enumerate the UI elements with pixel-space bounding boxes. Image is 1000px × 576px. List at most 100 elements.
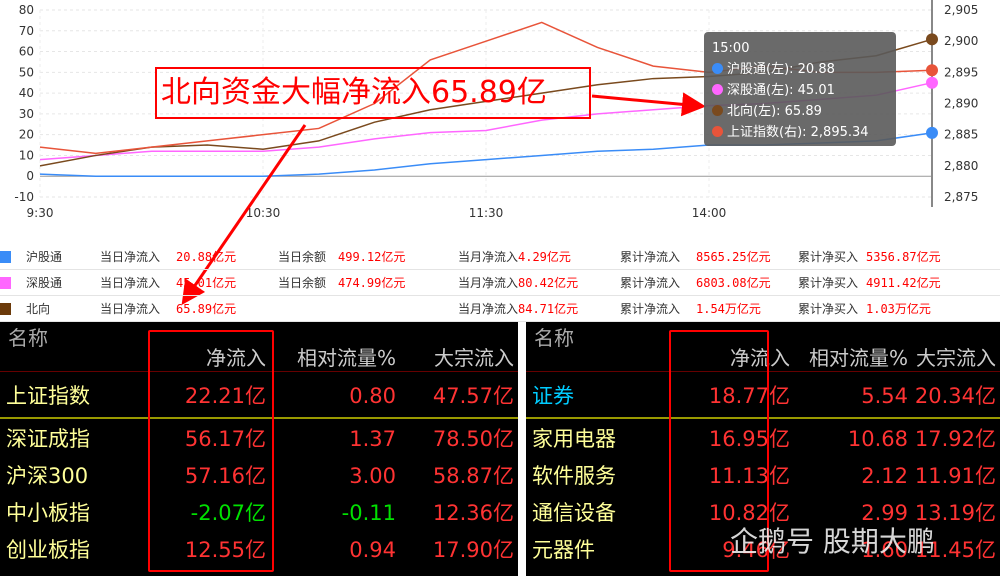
series-endpoint — [926, 126, 938, 139]
row-value: 58.87亿 — [432, 464, 514, 488]
stats-value: 45.01亿元 — [176, 276, 237, 290]
row-value: 47.57亿 — [432, 384, 514, 408]
stats-label: 当月净流入 — [458, 250, 519, 264]
y-left-tick-label: 10 — [19, 148, 34, 162]
stats-label: 累计净买入 — [798, 250, 859, 264]
series-endpoint — [926, 33, 938, 46]
stats-value: 474.99亿元 — [338, 276, 406, 290]
tooltip-item-label: 北向(左): 65.89 — [727, 104, 822, 119]
legend-swatch — [0, 277, 11, 289]
series-dot-icon — [712, 105, 723, 116]
tooltip-item-label: 深股通(左): 45.01 — [727, 83, 835, 98]
stats-row: 沪股通 当日净流入 20.88亿元 当日余额 499.12亿元 当月净流入 4.29亿元 累计… — [0, 244, 1000, 270]
stats-label: 当日余额 — [278, 250, 327, 264]
row-name: 深证成指 — [6, 427, 90, 451]
row-value: 78.50亿 — [432, 427, 514, 451]
y-right-tick-label: 2,890 — [944, 97, 978, 111]
stats-value: 8565.25亿元 — [696, 250, 771, 264]
row-value: 5.54 — [861, 384, 908, 408]
tooltip-item: 沪股通(左): 20.88 — [712, 59, 888, 80]
series-endpoint — [926, 64, 938, 77]
x-tick-label: 11:30 — [469, 206, 504, 220]
row-name: 证券 — [532, 384, 574, 408]
x-tick-label: 9:30 — [27, 206, 54, 220]
row-value: 0.80 — [349, 384, 396, 408]
y-left-tick-label: 20 — [19, 128, 34, 142]
row-value: 12.36亿 — [432, 501, 514, 525]
y-right-tick-label: 2,905 — [944, 3, 978, 17]
row-name: 创业板指 — [6, 538, 90, 562]
stats-value: 84.71亿元 — [518, 302, 579, 316]
stats-value: 5356.87亿元 — [866, 250, 941, 264]
row-value: -0.11 — [341, 501, 396, 525]
row-value: 3.00 — [349, 464, 396, 488]
legend-swatch — [0, 251, 11, 263]
stats-value: 80.42亿元 — [518, 276, 579, 290]
stats-table: 沪股通 当日净流入 20.88亿元 当日余额 499.12亿元 当月净流入 4.29亿元 累计… — [0, 244, 1000, 322]
y-left-tick-label: 80 — [19, 3, 34, 17]
watermark: 企鹅号 股期大鹏 — [730, 525, 935, 558]
tooltip-item-label: 上证指数(右): 2,895.34 — [727, 125, 869, 140]
row-value: 11.91亿 — [914, 464, 996, 488]
series-dot-icon — [712, 63, 723, 74]
y-left-tick-label: -10 — [14, 190, 34, 204]
column-header[interactable]: 相对流量% — [297, 342, 396, 371]
tooltip-item: 深股通(左): 45.01 — [712, 80, 888, 101]
y-left-tick-label: 60 — [19, 45, 34, 59]
stats-label: 当月净流入 — [458, 276, 519, 290]
row-value: 10.68 — [847, 427, 908, 451]
row-name: 软件服务 — [532, 464, 616, 488]
stats-row: 北向 当日净流入 65.89亿元 当月净流入 84.71亿元 累计净流入 1.54万亿元 累计… — [0, 296, 1000, 322]
x-tick-label: 10:30 — [246, 206, 281, 220]
stats-name: 沪股通 — [26, 250, 63, 264]
row-name: 中小板指 — [6, 501, 90, 525]
stats-value: 1.03万亿元 — [866, 302, 931, 316]
stats-label: 累计净买入 — [798, 276, 859, 290]
stats-value: 1.54万亿元 — [696, 302, 761, 316]
tooltip-item: 上证指数(右): 2,895.34 — [712, 122, 888, 143]
annotation-box: 北向资金大幅净流入65.89亿 — [155, 67, 591, 119]
stats-value: 499.12亿元 — [338, 250, 406, 264]
series-endpoint — [926, 76, 938, 89]
stats-value: 4.29亿元 — [518, 250, 571, 264]
y-left-tick-label: 30 — [19, 107, 34, 121]
stats-value: 20.88亿元 — [176, 250, 237, 264]
row-value: 20.34亿 — [914, 384, 996, 408]
legend-swatch — [0, 303, 11, 315]
annotation-arrow — [591, 92, 706, 117]
stats-value: 4911.42亿元 — [866, 276, 941, 290]
y-left-tick-label: 50 — [19, 65, 34, 79]
y-left-tick-label: 40 — [19, 86, 34, 100]
stats-label: 累计净流入 — [620, 250, 681, 264]
row-name: 家用电器 — [532, 427, 616, 451]
series-dot-icon — [712, 126, 723, 137]
x-tick-label: 14:00 — [692, 206, 727, 220]
y-right-tick-label: 2,900 — [944, 34, 978, 48]
stats-label: 当日余额 — [278, 276, 327, 290]
tooltip-time: 15:00 — [712, 41, 750, 56]
y-left-tick-label: 70 — [19, 24, 34, 38]
stats-value: 65.89亿元 — [176, 302, 237, 316]
row-value: 17.90亿 — [432, 538, 514, 562]
highlight-box-left — [148, 330, 274, 572]
stats-name: 北向 — [26, 302, 51, 316]
y-left-tick-label: 0 — [26, 169, 34, 183]
stats-label: 累计净流入 — [620, 276, 681, 290]
stats-label: 累计净流入 — [620, 302, 681, 316]
y-right-tick-label: 2,885 — [944, 128, 978, 142]
chart-tooltip: 15:00 沪股通(左): 20.88 深股通(左): 45.01 北向(左): 6… — [704, 32, 896, 146]
y-right-tick-label: 2,895 — [944, 65, 978, 79]
name-header: 名称 — [534, 326, 574, 350]
stats-label: 当月净流入 — [458, 302, 519, 316]
column-header[interactable]: 大宗流入 — [434, 342, 514, 371]
stats-label: 当日净流入 — [100, 276, 161, 290]
y-right-tick-label: 2,875 — [944, 190, 978, 204]
series-dot-icon — [712, 84, 723, 95]
stats-name: 深股通 — [26, 276, 63, 290]
column-header[interactable]: 大宗流入 — [916, 342, 996, 371]
stats-value: 6803.08亿元 — [696, 276, 771, 290]
row-value: 17.92亿 — [914, 427, 996, 451]
column-header[interactable]: 相对流量% — [809, 342, 908, 371]
row-value: 2.12 — [861, 464, 908, 488]
tooltip-item: 北向(左): 65.89 — [712, 101, 888, 122]
